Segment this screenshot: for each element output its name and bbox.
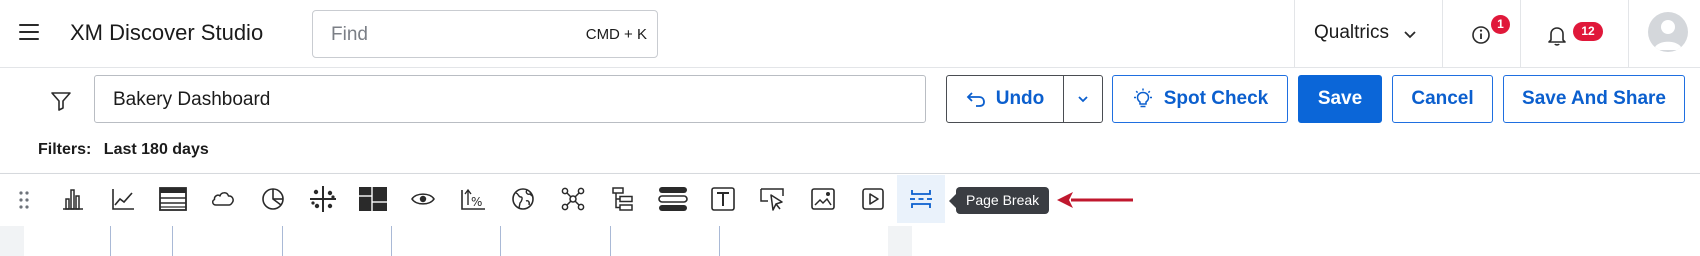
grid-line bbox=[610, 226, 611, 256]
tool-map[interactable] bbox=[499, 175, 547, 223]
tool-heatmap[interactable] bbox=[349, 175, 397, 223]
notifications-badge: 12 bbox=[1573, 22, 1603, 41]
user-icon bbox=[1654, 20, 1682, 50]
filters-label: Filters: bbox=[38, 141, 92, 158]
heatmap-icon bbox=[359, 187, 387, 211]
hierarchy-icon bbox=[612, 187, 633, 211]
divider bbox=[1442, 0, 1443, 68]
cloud-icon bbox=[211, 192, 234, 206]
tool-metric[interactable]: % bbox=[449, 175, 497, 223]
tool-word-cloud[interactable] bbox=[199, 175, 247, 223]
save-and-share-label: Save And Share bbox=[1522, 88, 1666, 109]
save-and-share-button[interactable]: Save And Share bbox=[1503, 75, 1685, 123]
tool-network[interactable] bbox=[549, 175, 597, 223]
grid-line bbox=[282, 226, 283, 256]
filters-value: Last 180 days bbox=[103, 141, 209, 158]
undo-history-dropdown[interactable] bbox=[1063, 75, 1103, 123]
tool-stacked-bars[interactable] bbox=[649, 175, 697, 223]
page-break-icon bbox=[910, 190, 932, 208]
metric-percent-icon: % bbox=[461, 188, 485, 210]
scatter-icon bbox=[310, 186, 336, 212]
info-badge: 1 bbox=[1491, 15, 1510, 34]
tool-line-chart[interactable] bbox=[99, 175, 147, 223]
globe-icon bbox=[512, 188, 534, 210]
dashboard-canvas bbox=[0, 226, 1700, 256]
tool-hierarchy[interactable] bbox=[599, 175, 647, 223]
tool-pie-chart[interactable] bbox=[249, 175, 297, 223]
tool-bar-chart[interactable] bbox=[49, 175, 97, 223]
tool-image[interactable] bbox=[799, 175, 847, 223]
save-label: Save bbox=[1317, 88, 1363, 109]
cursor-icon bbox=[760, 188, 784, 211]
image-icon bbox=[811, 188, 835, 210]
table-icon bbox=[159, 187, 187, 211]
tool-page-break[interactable] bbox=[897, 175, 945, 223]
canvas-side-area bbox=[912, 226, 1700, 256]
undo-label: Undo bbox=[995, 88, 1045, 109]
find-input[interactable] bbox=[331, 23, 551, 47]
grid-line bbox=[719, 226, 720, 256]
find-shortcut-hint: CMD + K bbox=[585, 26, 647, 43]
grid-line bbox=[391, 226, 392, 256]
tool-video[interactable] bbox=[849, 175, 897, 223]
widget-toolbar: % bbox=[0, 173, 1700, 226]
stacked-bars-icon bbox=[658, 187, 688, 211]
line-chart-icon bbox=[112, 189, 134, 210]
spot-check-button[interactable]: Spot Check bbox=[1112, 75, 1288, 123]
avatar[interactable] bbox=[1648, 12, 1688, 52]
tool-scatter[interactable] bbox=[299, 175, 347, 223]
cancel-button[interactable]: Cancel bbox=[1392, 75, 1493, 123]
eye-icon bbox=[411, 193, 435, 205]
find-box[interactable]: CMD + K bbox=[312, 10, 658, 58]
network-icon bbox=[561, 187, 585, 211]
divider bbox=[1628, 0, 1629, 68]
canvas-grid-area bbox=[24, 226, 888, 256]
grid-line bbox=[110, 226, 111, 256]
spot-check-label: Spot Check bbox=[1163, 88, 1269, 109]
filter-icon[interactable] bbox=[50, 90, 72, 112]
pie-chart-icon bbox=[262, 188, 284, 210]
divider bbox=[1294, 0, 1295, 68]
top-bar: XM Discover Studio CMD + K Qualtrics 1 1… bbox=[0, 0, 1700, 68]
chevron-down-icon[interactable] bbox=[1402, 26, 1418, 42]
org-switcher[interactable]: Qualtrics bbox=[1314, 22, 1389, 44]
lightbulb-icon bbox=[1132, 88, 1154, 110]
drag-handle-icon[interactable] bbox=[18, 189, 30, 211]
save-button[interactable]: Save bbox=[1298, 75, 1382, 123]
dashboard-name-field[interactable] bbox=[94, 75, 926, 123]
bar-chart-icon bbox=[63, 189, 83, 210]
undo-button[interactable]: Undo bbox=[946, 75, 1064, 123]
text-icon bbox=[711, 187, 735, 211]
undo-arrow-icon bbox=[966, 90, 986, 108]
menu-icon[interactable] bbox=[19, 24, 41, 42]
dashboard-name-input[interactable] bbox=[113, 88, 903, 112]
tool-preview[interactable] bbox=[399, 175, 447, 223]
tool-table[interactable] bbox=[149, 175, 197, 223]
app-title: XM Discover Studio bbox=[70, 20, 264, 45]
annotation-arrow-icon bbox=[1057, 192, 1133, 208]
bell-icon[interactable] bbox=[1544, 22, 1570, 48]
divider bbox=[1520, 0, 1521, 68]
page-break-tooltip: Page Break bbox=[948, 187, 1050, 214]
grid-line bbox=[172, 226, 173, 256]
cancel-label: Cancel bbox=[1411, 88, 1474, 109]
tool-text[interactable] bbox=[699, 175, 747, 223]
filters-summary: Filters: Last 180 days bbox=[38, 141, 209, 159]
grid-line bbox=[500, 226, 501, 256]
svg-text:%: % bbox=[471, 195, 482, 209]
video-icon bbox=[862, 188, 884, 210]
chevron-down-icon bbox=[1078, 96, 1088, 103]
tool-interaction[interactable] bbox=[749, 175, 797, 223]
info-icon[interactable] bbox=[1468, 22, 1494, 48]
